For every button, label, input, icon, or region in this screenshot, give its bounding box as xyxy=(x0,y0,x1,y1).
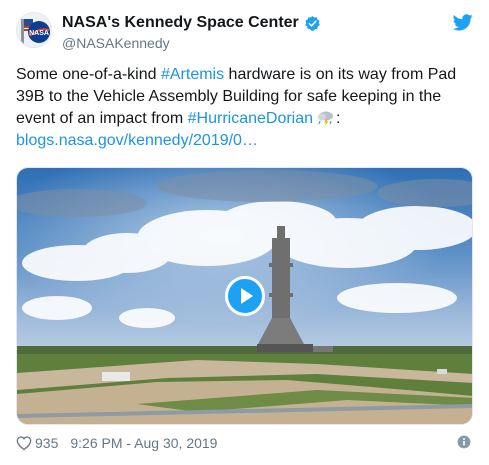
user-handle[interactable]: @NASAKennedy xyxy=(62,35,321,51)
twitter-bird-icon[interactable] xyxy=(453,14,473,31)
heart-icon[interactable] xyxy=(16,435,32,451)
embedded-tweet-card: NASA NASA's Kennedy Space Center @NASAKe… xyxy=(0,0,489,465)
tweet-footer: 935 9:26 PM - Aug 30, 2019 xyxy=(16,432,473,454)
tweet-text-segment: Some one-of-a-kind xyxy=(16,66,161,83)
avatar-logo-text: NASA xyxy=(29,30,49,37)
info-icon[interactable] xyxy=(457,435,471,449)
tweet-header: NASA NASA's Kennedy Space Center @NASAKe… xyxy=(16,12,473,56)
hashtag-hurricanedorian-link[interactable]: #HurricaneDorian xyxy=(188,110,313,127)
author-names: NASA's Kennedy Space Center @NASAKennedy xyxy=(62,13,321,51)
like-count[interactable]: 935 xyxy=(35,435,58,451)
tweet-timestamp[interactable]: 9:26 PM - Aug 30, 2019 xyxy=(70,435,217,451)
verified-badge-icon xyxy=(304,15,320,31)
cloud-lightning-rain-emoji xyxy=(318,111,334,126)
video-player[interactable] xyxy=(16,167,473,425)
play-button[interactable] xyxy=(225,276,265,316)
avatar-image: NASA xyxy=(17,13,51,47)
avatar[interactable]: NASA xyxy=(16,12,52,48)
tweet-text: Some one-of-a-kind #Artemis hardware is … xyxy=(16,64,474,152)
tweet-text-segment: : xyxy=(336,110,341,127)
blog-link[interactable]: blogs.nasa.gov/kennedy/2019/0… xyxy=(16,132,258,149)
display-name[interactable]: NASA's Kennedy Space Center xyxy=(62,14,299,32)
hashtag-artemis-link[interactable]: #Artemis xyxy=(161,66,224,83)
